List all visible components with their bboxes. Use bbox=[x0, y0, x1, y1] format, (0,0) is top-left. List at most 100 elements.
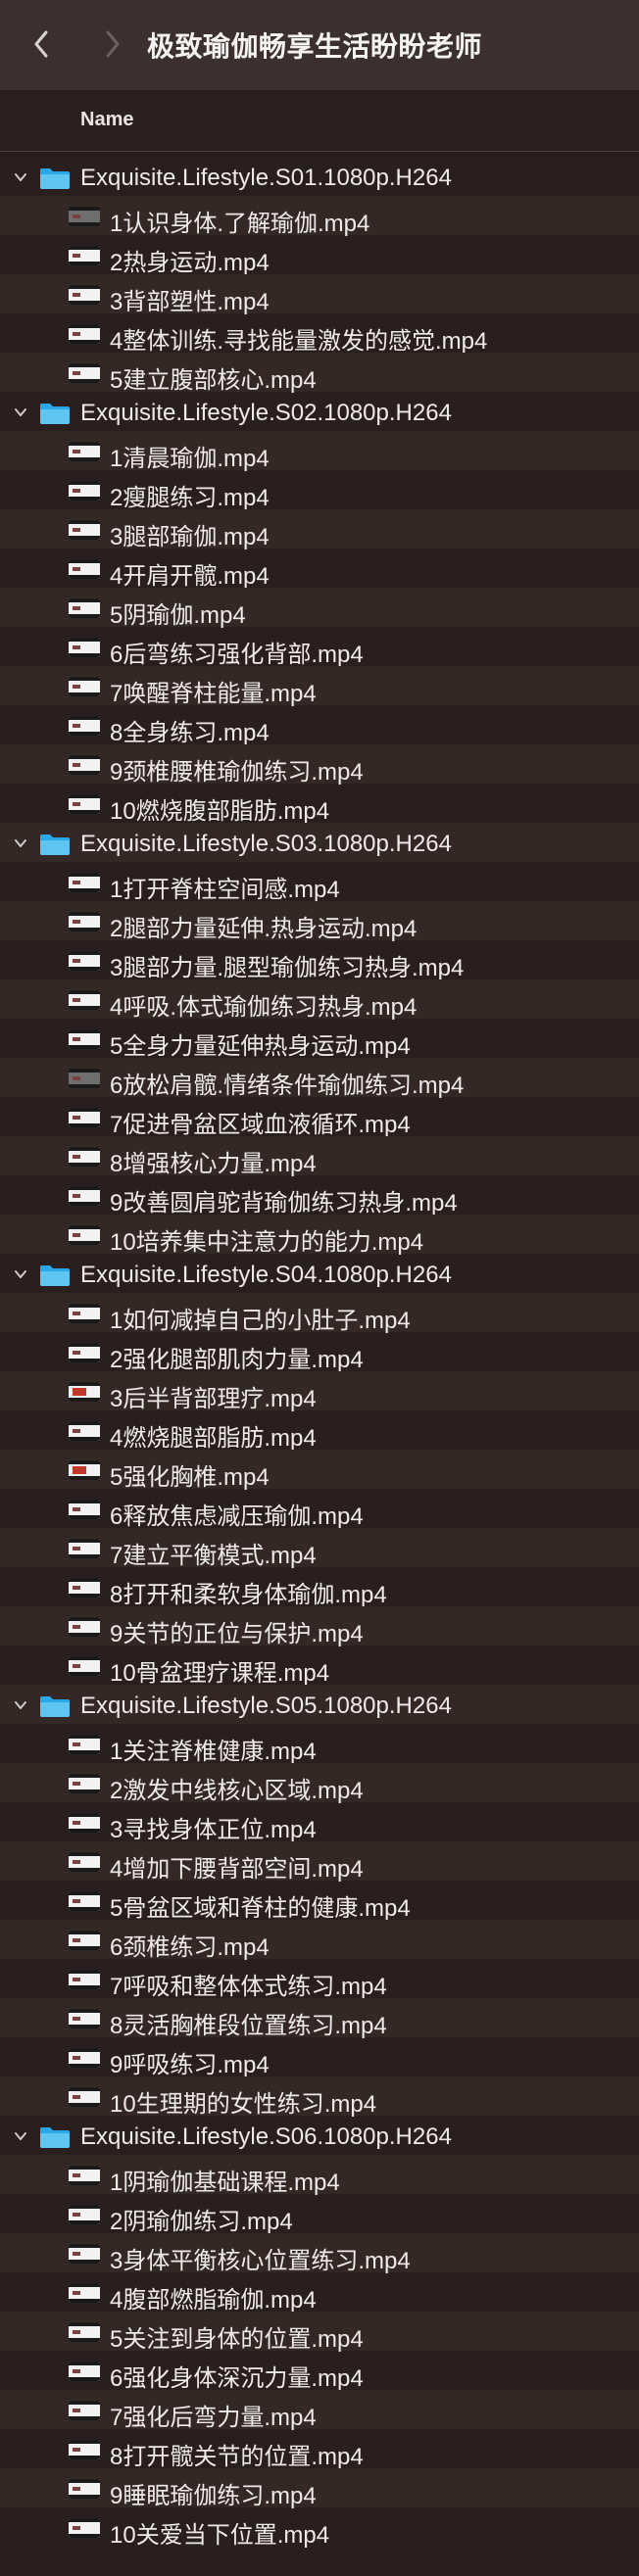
video-file-icon bbox=[69, 1774, 100, 1793]
disclosure-chevron-icon[interactable] bbox=[14, 170, 27, 184]
file-row[interactable]: 4增加下腰背部空间.mp4 bbox=[0, 1841, 639, 1883]
video-file-icon bbox=[69, 481, 100, 501]
file-row[interactable]: 7强化后弯力量.mp4 bbox=[0, 2390, 639, 2431]
file-row[interactable]: 3腿部瑜伽.mp4 bbox=[0, 509, 639, 550]
file-row[interactable]: 9睡眠瑜伽练习.mp4 bbox=[0, 2468, 639, 2509]
file-row[interactable]: 2阴瑜伽练习.mp4 bbox=[0, 2194, 639, 2235]
video-file-icon bbox=[69, 520, 100, 540]
file-row[interactable]: 4燃烧腿部脂肪.mp4 bbox=[0, 1410, 639, 1452]
disclosure-chevron-icon[interactable] bbox=[14, 836, 27, 850]
video-file-icon bbox=[69, 1656, 100, 1676]
folder-row[interactable]: Exquisite.Lifestyle.S03.1080p.H264 bbox=[0, 823, 639, 862]
file-row[interactable]: 9颈椎腰椎瑜伽练习.mp4 bbox=[0, 744, 639, 786]
file-name: 7唤醒脊柱能量.mp4 bbox=[110, 681, 317, 707]
file-row[interactable]: 8灵活胸椎段位置练习.mp4 bbox=[0, 1998, 639, 2039]
name-column-header[interactable]: Name bbox=[80, 109, 133, 131]
file-row[interactable]: 7建立平衡模式.mp4 bbox=[0, 1528, 639, 1569]
file-row[interactable]: 9关节的正位与保护.mp4 bbox=[0, 1606, 639, 1647]
video-file-icon bbox=[69, 2244, 100, 2264]
file-row[interactable]: 8增强核心力量.mp4 bbox=[0, 1136, 639, 1177]
file-row[interactable]: 2激发中线核心区域.mp4 bbox=[0, 1763, 639, 1804]
disclosure-chevron-icon[interactable] bbox=[14, 1267, 27, 1281]
folder-row[interactable]: Exquisite.Lifestyle.S04.1080p.H264 bbox=[0, 1254, 639, 1293]
file-row[interactable]: 9呼吸练习.mp4 bbox=[0, 2037, 639, 2078]
forward-chevron-icon[interactable] bbox=[98, 27, 127, 61]
video-file-icon bbox=[69, 363, 100, 383]
file-name: 2阴瑜伽练习.mp4 bbox=[110, 2209, 293, 2235]
file-row[interactable]: 8打开髋关节的位置.mp4 bbox=[0, 2429, 639, 2470]
file-row[interactable]: 5阴瑜伽.mp4 bbox=[0, 588, 639, 629]
file-row[interactable]: 3寻找身体正位.mp4 bbox=[0, 1802, 639, 1843]
file-row[interactable]: 7促进骨盆区域血液循环.mp4 bbox=[0, 1097, 639, 1138]
file-row[interactable]: 6颈椎练习.mp4 bbox=[0, 1920, 639, 1961]
video-file-icon bbox=[69, 1931, 100, 1950]
file-row[interactable]: 8打开和柔软身体瑜伽.mp4 bbox=[0, 1567, 639, 1608]
file-name: 1关注脊椎健康.mp4 bbox=[110, 1739, 317, 1765]
file-name: 1清晨瑜伽.mp4 bbox=[110, 446, 270, 472]
file-row[interactable]: 8全身练习.mp4 bbox=[0, 705, 639, 746]
file-row[interactable]: 1清晨瑜伽.mp4 bbox=[0, 431, 639, 472]
file-row[interactable]: 2瘦腿练习.mp4 bbox=[0, 470, 639, 511]
video-file-icon bbox=[69, 2283, 100, 2303]
back-chevron-icon[interactable] bbox=[26, 27, 56, 61]
file-row[interactable]: 6释放焦虑减压瑜伽.mp4 bbox=[0, 1489, 639, 1530]
file-row[interactable]: 4腹部燃脂瑜伽.mp4 bbox=[0, 2272, 639, 2314]
file-row[interactable]: 5建立腹部核心.mp4 bbox=[0, 353, 639, 394]
folder-row[interactable]: Exquisite.Lifestyle.S02.1080p.H264 bbox=[0, 392, 639, 431]
file-name: 9睡眠瑜伽练习.mp4 bbox=[110, 2483, 317, 2509]
column-header: Name bbox=[0, 90, 639, 152]
file-row[interactable]: 1认识身体.了解瑜伽.mp4 bbox=[0, 196, 639, 237]
file-row[interactable]: 4整体训练.寻找能量激发的感觉.mp4 bbox=[0, 313, 639, 355]
file-name: 4开肩开髋.mp4 bbox=[110, 563, 270, 590]
file-row[interactable]: 2热身运动.mp4 bbox=[0, 235, 639, 276]
file-row[interactable]: 1关注脊椎健康.mp4 bbox=[0, 1724, 639, 1765]
file-name: 6颈椎练习.mp4 bbox=[110, 1934, 270, 1961]
file-row[interactable]: 1阴瑜伽基础课程.mp4 bbox=[0, 2155, 639, 2196]
file-row[interactable]: 10关爱当下位置.mp4 bbox=[0, 2507, 639, 2549]
folder-row[interactable]: Exquisite.Lifestyle.S01.1080p.H264 bbox=[0, 157, 639, 196]
file-row[interactable]: 9改善圆肩驼背瑜伽练习热身.mp4 bbox=[0, 1175, 639, 1216]
file-row[interactable]: 3后半背部理疗.mp4 bbox=[0, 1371, 639, 1412]
video-file-icon bbox=[69, 442, 100, 461]
file-row[interactable]: 7呼吸和整体体式练习.mp4 bbox=[0, 1959, 639, 2000]
file-row[interactable]: 2腿部力量延伸.热身运动.mp4 bbox=[0, 901, 639, 942]
video-file-icon bbox=[69, 207, 100, 226]
video-file-icon bbox=[69, 2166, 100, 2185]
file-row[interactable]: 10骨盆理疗课程.mp4 bbox=[0, 1646, 639, 1687]
file-row[interactable]: 4开肩开髋.mp4 bbox=[0, 549, 639, 590]
disclosure-chevron-icon[interactable] bbox=[14, 2129, 27, 2143]
folder-name: Exquisite.Lifestyle.S01.1080p.H264 bbox=[80, 165, 452, 191]
file-row[interactable]: 6后弯练习强化背部.mp4 bbox=[0, 627, 639, 668]
file-row[interactable]: 5骨盆区域和脊柱的健康.mp4 bbox=[0, 1881, 639, 1922]
file-row[interactable]: 2强化腿部肌肉力量.mp4 bbox=[0, 1332, 639, 1373]
file-row[interactable]: 10培养集中注意力的能力.mp4 bbox=[0, 1215, 639, 1256]
file-row[interactable]: 7唤醒脊柱能量.mp4 bbox=[0, 666, 639, 707]
folder-row[interactable]: Exquisite.Lifestyle.S06.1080p.H264 bbox=[0, 2116, 639, 2155]
file-name: 8打开髋关节的位置.mp4 bbox=[110, 2444, 364, 2470]
video-file-icon bbox=[69, 246, 100, 265]
file-row[interactable]: 5全身力量延伸热身运动.mp4 bbox=[0, 1019, 639, 1060]
disclosure-chevron-icon[interactable] bbox=[14, 405, 27, 419]
file-row[interactable]: 6强化身体深沉力量.mp4 bbox=[0, 2351, 639, 2392]
file-name: 5关注到身体的位置.mp4 bbox=[110, 2326, 364, 2353]
video-file-icon bbox=[69, 794, 100, 814]
file-name: 2强化腿部肌肉力量.mp4 bbox=[110, 1347, 364, 1373]
folder-icon bbox=[39, 2125, 71, 2149]
file-name: 5强化胸椎.mp4 bbox=[110, 1464, 270, 1491]
file-row[interactable]: 4呼吸.体式瑜伽练习热身.mp4 bbox=[0, 979, 639, 1021]
file-row[interactable]: 6放松肩髋.情绪条件瑜伽练习.mp4 bbox=[0, 1058, 639, 1099]
video-file-icon bbox=[69, 990, 100, 1010]
file-name: 2热身运动.mp4 bbox=[110, 250, 270, 276]
file-row[interactable]: 10生理期的女性练习.mp4 bbox=[0, 2076, 639, 2118]
file-row[interactable]: 1如何减掉自己的小肚子.mp4 bbox=[0, 1293, 639, 1334]
file-row[interactable]: 3腿部力量.腿型瑜伽练习热身.mp4 bbox=[0, 940, 639, 981]
file-row[interactable]: 1打开脊柱空间感.mp4 bbox=[0, 862, 639, 903]
file-row[interactable]: 5强化胸椎.mp4 bbox=[0, 1450, 639, 1491]
disclosure-chevron-icon[interactable] bbox=[14, 1698, 27, 1712]
file-row[interactable]: 10燃烧腹部脂肪.mp4 bbox=[0, 784, 639, 825]
folder-row[interactable]: Exquisite.Lifestyle.S05.1080p.H264 bbox=[0, 1685, 639, 1724]
file-row[interactable]: 5关注到身体的位置.mp4 bbox=[0, 2312, 639, 2353]
file-row[interactable]: 3背部塑性.mp4 bbox=[0, 274, 639, 315]
video-file-icon bbox=[69, 2401, 100, 2420]
file-row[interactable]: 3身体平衡核心位置练习.mp4 bbox=[0, 2233, 639, 2274]
